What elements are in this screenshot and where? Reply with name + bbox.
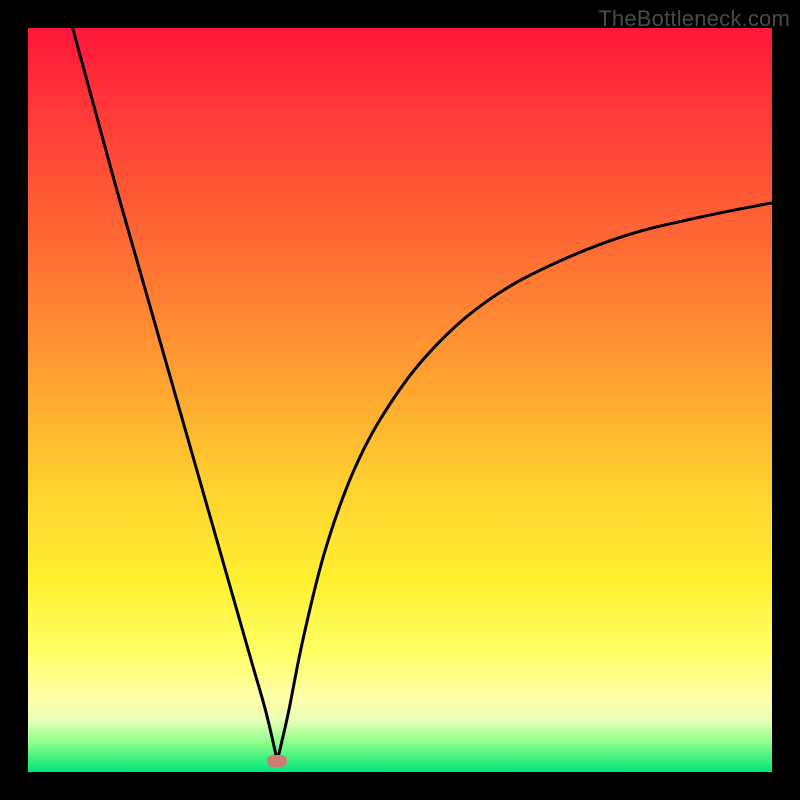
- watermark-label: TheBottleneck.com: [598, 6, 790, 32]
- bottleneck-curve: [28, 28, 772, 772]
- chart-frame: TheBottleneck.com: [0, 0, 800, 800]
- optimum-marker: [267, 755, 287, 767]
- plot-area: [28, 28, 772, 772]
- curve-right-branch: [277, 203, 772, 761]
- curve-left-branch: [73, 28, 278, 761]
